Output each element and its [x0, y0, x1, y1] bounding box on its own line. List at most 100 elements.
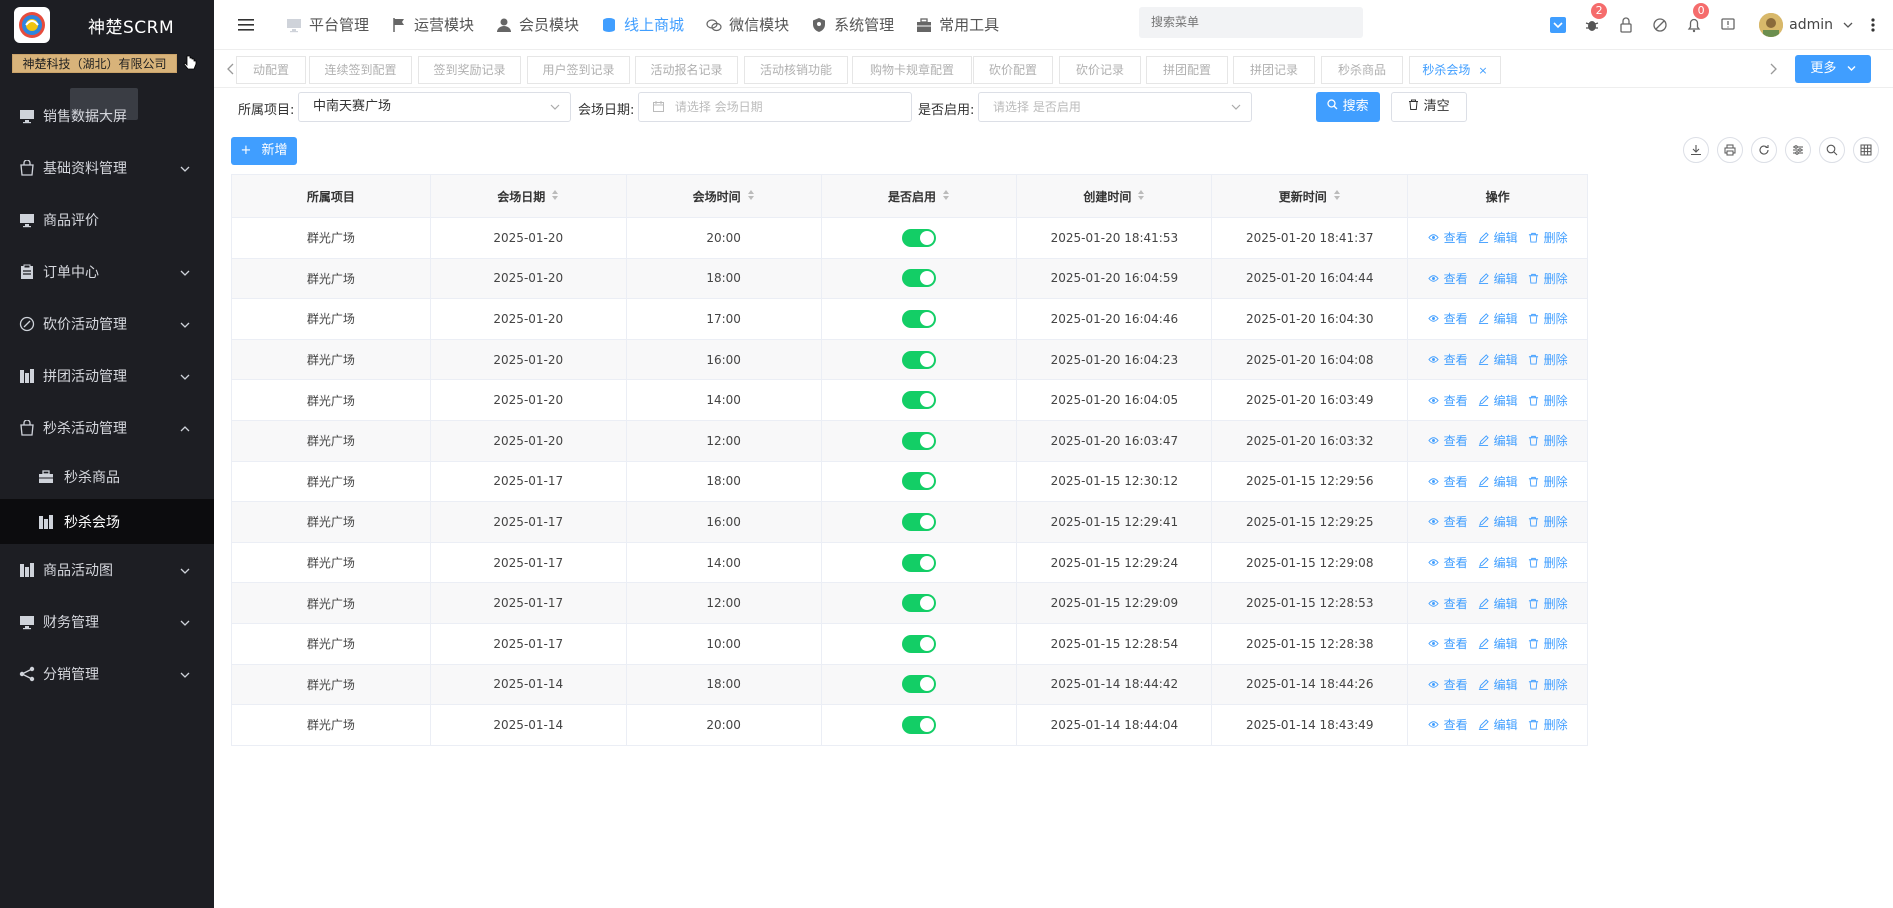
edit-button[interactable]: 编辑	[1478, 473, 1518, 490]
theme-icon[interactable]	[1643, 0, 1677, 50]
delete-button[interactable]: 删除	[1528, 676, 1568, 693]
column-header[interactable]: 是否启用	[821, 175, 1018, 218]
enabled-switch[interactable]	[902, 472, 936, 491]
more-tabs-button[interactable]: 更多	[1795, 55, 1871, 83]
delete-button[interactable]: 删除	[1528, 310, 1568, 327]
column-header[interactable]: 创建时间	[1017, 175, 1213, 218]
hamburger-menu-icon[interactable]	[238, 18, 254, 32]
view-button[interactable]: 查看	[1427, 432, 1468, 449]
sort-icon[interactable]	[1327, 189, 1341, 204]
delete-button[interactable]: 删除	[1528, 635, 1568, 652]
view-button[interactable]: 查看	[1427, 351, 1468, 368]
avatar[interactable]	[1759, 13, 1784, 37]
delete-button[interactable]: 删除	[1528, 270, 1568, 287]
sidebar-item[interactable]: 订单中心	[0, 246, 214, 298]
chevron-down-icon[interactable]	[1843, 21, 1853, 29]
enabled-switch[interactable]	[902, 594, 936, 613]
edit-button[interactable]: 编辑	[1478, 392, 1518, 409]
sort-icon[interactable]	[1131, 189, 1145, 204]
enabled-switch[interactable]	[902, 675, 936, 694]
tab-item[interactable]: 签到奖励记录	[418, 56, 521, 84]
more-vertical-icon[interactable]	[1871, 17, 1875, 33]
top-nav-item[interactable]: 平台管理	[286, 0, 369, 50]
sidebar-item[interactable]: 销售数据大屏	[0, 90, 214, 142]
tab-item[interactable]: 秒杀商品	[1321, 56, 1403, 84]
close-icon[interactable]: ×	[1478, 64, 1487, 77]
edit-button[interactable]: 编辑	[1478, 635, 1518, 652]
enabled-switch[interactable]	[902, 634, 936, 653]
grid-icon[interactable]	[1853, 137, 1879, 163]
delete-button[interactable]: 删除	[1528, 513, 1568, 530]
delete-button[interactable]: 删除	[1528, 473, 1568, 490]
enabled-switch[interactable]	[902, 309, 936, 328]
view-button[interactable]: 查看	[1427, 676, 1468, 693]
sidebar-subitem[interactable]: 秒杀商品	[0, 454, 214, 499]
tab-item[interactable]: 拼团配置	[1146, 56, 1228, 84]
sort-icon[interactable]	[741, 189, 755, 204]
bell-icon[interactable]: 0	[1677, 0, 1711, 50]
lock-icon[interactable]	[1609, 0, 1643, 50]
enabled-switch[interactable]	[902, 228, 936, 247]
date-picker[interactable]: 请选择 会场日期	[638, 92, 912, 122]
sort-icon[interactable]	[936, 189, 950, 204]
sidebar-item[interactable]: 基础资料管理	[0, 142, 214, 194]
delete-button[interactable]: 删除	[1528, 554, 1568, 571]
tab-item[interactable]: 购物卡规章配置	[852, 56, 972, 84]
sidebar-item[interactable]: 砍价活动管理	[0, 298, 214, 350]
view-button[interactable]: 查看	[1427, 473, 1468, 490]
view-button[interactable]: 查看	[1427, 513, 1468, 530]
tab-item[interactable]: 活动报名记录	[635, 56, 738, 84]
edit-button[interactable]: 编辑	[1478, 351, 1518, 368]
screen-toggle-icon[interactable]	[1541, 0, 1575, 50]
menu-search-input[interactable]	[1139, 7, 1363, 38]
edit-button[interactable]: 编辑	[1478, 229, 1518, 246]
tab-item[interactable]: 秒杀会场 ×	[1409, 56, 1501, 84]
edit-button[interactable]: 编辑	[1478, 310, 1518, 327]
view-button[interactable]: 查看	[1427, 310, 1468, 327]
search-icon[interactable]	[1819, 137, 1845, 163]
view-button[interactable]: 查看	[1427, 595, 1468, 612]
delete-button[interactable]: 删除	[1528, 392, 1568, 409]
sidebar-subitem[interactable]: 秒杀会场	[0, 499, 214, 544]
tab-next-icon[interactable]	[1768, 63, 1778, 75]
edit-button[interactable]: 编辑	[1478, 595, 1518, 612]
top-nav-item[interactable]: 线上商城	[601, 0, 684, 50]
delete-button[interactable]: 删除	[1528, 432, 1568, 449]
tab-item[interactable]: 动配置	[236, 56, 306, 84]
tab-item[interactable]: 拼团记录	[1233, 56, 1315, 84]
top-nav-item[interactable]: 运营模块	[391, 0, 474, 50]
top-nav-item[interactable]: 微信模块	[706, 0, 789, 50]
edit-button[interactable]: 编辑	[1478, 270, 1518, 287]
tab-item[interactable]: 砍价记录	[1059, 56, 1141, 84]
edit-button[interactable]: 编辑	[1478, 554, 1518, 571]
enabled-switch[interactable]	[902, 431, 936, 450]
print-icon[interactable]	[1717, 137, 1743, 163]
view-button[interactable]: 查看	[1427, 635, 1468, 652]
enabled-switch[interactable]	[902, 269, 936, 288]
clear-button[interactable]: 清空	[1391, 92, 1467, 122]
enabled-switch[interactable]	[902, 512, 936, 531]
view-button[interactable]: 查看	[1427, 270, 1468, 287]
add-button[interactable]: + 新增	[231, 137, 297, 165]
edit-button[interactable]: 编辑	[1478, 716, 1518, 733]
edit-button[interactable]: 编辑	[1478, 676, 1518, 693]
edit-button[interactable]: 编辑	[1478, 513, 1518, 530]
sidebar-item[interactable]: 财务管理	[0, 596, 214, 648]
enabled-select[interactable]: 请选择 是否启用	[978, 92, 1252, 122]
filter-settings-icon[interactable]	[1785, 137, 1811, 163]
delete-button[interactable]: 删除	[1528, 595, 1568, 612]
enabled-switch[interactable]	[902, 715, 936, 734]
delete-button[interactable]: 删除	[1528, 716, 1568, 733]
sidebar-item[interactable]: 商品评价	[0, 194, 214, 246]
feedback-icon[interactable]	[1711, 0, 1745, 50]
tab-item[interactable]: 用户签到记录	[527, 56, 630, 84]
sidebar-item[interactable]: 分销管理	[0, 648, 214, 700]
project-select[interactable]: 中南天赛广场	[298, 92, 571, 122]
view-button[interactable]: 查看	[1427, 229, 1468, 246]
view-button[interactable]: 查看	[1427, 716, 1468, 733]
username[interactable]: admin	[1789, 17, 1833, 33]
download-icon[interactable]	[1683, 137, 1709, 163]
search-button[interactable]: 搜索	[1316, 92, 1380, 122]
top-nav-item[interactable]: 会员模块	[496, 0, 579, 50]
column-header[interactable]: 会场时间	[626, 175, 822, 218]
